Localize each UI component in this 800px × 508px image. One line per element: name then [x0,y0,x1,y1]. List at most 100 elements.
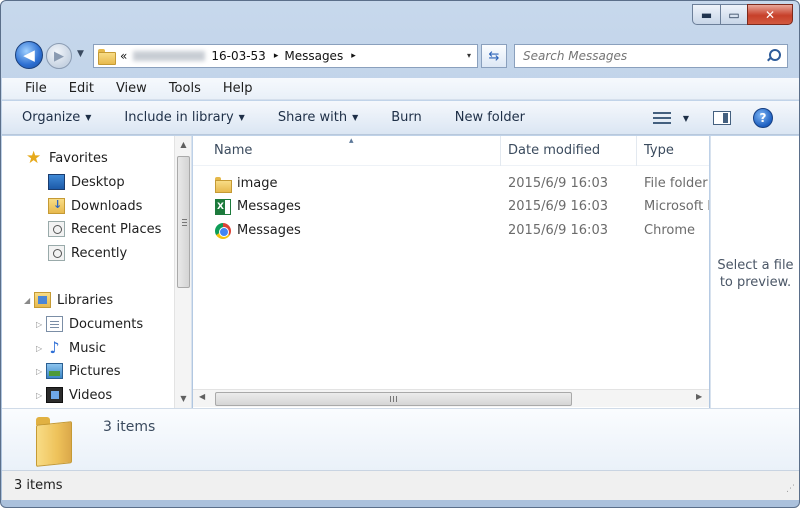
column-divider[interactable] [636,136,637,166]
tree-label: Downloads [71,198,143,214]
sort-ascending-icon: ▴ [349,136,354,146]
menu-file[interactable]: File [14,81,58,96]
tree-label: Music [69,340,106,356]
expand-icon[interactable]: ▷ [36,367,46,376]
refresh-button[interactable]: ⇆ [481,44,507,68]
tree-label: Libraries [57,292,114,308]
preview-pane-icon[interactable] [713,111,731,125]
menu-tools[interactable]: Tools [158,81,212,96]
collapse-icon[interactable]: ◢ [24,296,34,305]
file-type: Chrome [644,223,695,238]
organize-label: Organize [22,110,81,125]
chrome-icon [215,223,231,239]
dropdown-arrow-icon: ▼ [238,113,245,122]
file-name: Messages [237,199,301,214]
column-divider[interactable] [500,136,501,166]
tree-libraries[interactable]: ◢ Libraries [24,289,113,311]
tree-recent-places[interactable]: Recent Places [48,218,161,240]
file-row-messages-excel[interactable]: Messages 2015/6/9 16:03 Microsoft Excel [193,196,709,218]
new-folder-button[interactable]: New folder [455,110,525,125]
downloads-icon [48,198,65,214]
horizontal-scrollbar[interactable]: ◀ ▶ [193,389,709,407]
address-overflow[interactable]: « [120,49,127,63]
scroll-up-icon[interactable]: ▲ [175,138,192,152]
help-icon[interactable]: ? [753,108,773,128]
breadcrumb-separator[interactable]: ▸ [274,51,279,61]
folder-icon [34,417,72,463]
share-with-button[interactable]: Share with ▼ [278,110,358,125]
column-header-type[interactable]: Type [644,143,674,158]
view-controls: ▼ ? [652,101,799,135]
resize-grip-icon[interactable]: ⋰ [786,484,795,494]
scroll-thumb[interactable] [177,156,190,288]
tree-favorites[interactable]: ★ Favorites [26,147,108,169]
maximize-button[interactable]: ▭ [720,4,747,25]
include-in-library-label: Include in library [124,110,234,125]
scroll-thumb[interactable] [215,392,572,406]
breadcrumb-16-03-53[interactable]: 16-03-53 [211,49,265,63]
file-row-messages-chrome[interactable]: Messages 2015/6/9 16:03 Chrome [193,220,709,242]
scroll-right-icon[interactable]: ▶ [696,392,702,401]
file-date: 2015/6/9 16:03 [508,176,608,191]
tree-recently[interactable]: Recently [48,242,127,264]
recent-pages-dropdown[interactable]: ▼ [77,49,84,59]
tree-music[interactable]: ▷ ♪ Music [36,337,106,359]
tree-documents[interactable]: ▷ Documents [36,313,143,335]
minimize-button[interactable]: ▬ [692,4,720,25]
expand-icon[interactable]: ▷ [36,391,46,400]
tree-label: Videos [69,387,113,403]
excel-icon [215,199,231,215]
file-name: Messages [237,223,301,238]
pictures-icon [46,363,63,379]
address-bar[interactable]: « 16-03-53 ▸ Messages ▸ ▾ [93,44,478,68]
menu-view[interactable]: View [105,81,158,96]
tree-pictures[interactable]: ▷ Pictures [36,360,120,382]
preview-pane: Select a file to preview. [710,136,799,408]
details-pane: 3 items [2,408,799,470]
view-line [652,117,671,119]
file-type: File folder [644,176,708,191]
status-item-count: 3 items [14,478,63,493]
scroll-down-icon[interactable]: ▼ [175,392,192,406]
more-views-dropdown[interactable]: ▼ [683,114,689,123]
column-header-date-modified[interactable]: Date modified [508,143,600,158]
expand-icon[interactable]: ▷ [36,344,46,353]
explorer-window: ▬ ▭ ✕ ◀ ▶ ▼ « 16-03-53 ▸ Messages ▸ ▾ ⇆ … [0,0,800,508]
tree-downloads[interactable]: Downloads [48,195,142,217]
burn-button[interactable]: Burn [391,110,422,125]
tree-videos[interactable]: ▷ Videos [36,384,112,406]
address-dropdown[interactable]: ▾ [467,51,471,60]
expand-icon[interactable]: ▷ [36,320,46,329]
scroll-left-icon[interactable]: ◀ [199,392,205,401]
forward-button[interactable]: ▶ [46,43,72,69]
window-controls: ▬ ▭ ✕ [692,4,793,25]
tree-label: Recent Places [71,221,162,237]
organize-button[interactable]: Organize ▼ [22,110,91,125]
close-button[interactable]: ✕ [747,4,793,25]
tree-desktop[interactable]: Desktop [48,171,125,193]
menu-edit[interactable]: Edit [58,81,105,96]
change-view-icon[interactable] [652,112,671,124]
breadcrumb-separator[interactable]: ▸ [351,51,356,61]
search-icon[interactable] [767,49,781,63]
view-line [652,112,671,114]
search-input[interactable] [514,44,788,68]
file-row-image[interactable]: image 2015/6/9 16:03 File folder [193,173,709,195]
menu-bar: File Edit View Tools Help [2,78,799,100]
menu-help[interactable]: Help [212,81,264,96]
breadcrumb-messages[interactable]: Messages [284,49,343,63]
navigation-pane: ★ Favorites Desktop Downloads Recent Pla… [2,136,192,408]
tree-label: Desktop [71,174,125,190]
preview-message: Select a file to preview. [711,257,799,291]
file-date: 2015/6/9 16:03 [508,223,608,238]
star-icon: ★ [26,148,42,168]
tree-label: Favorites [49,150,108,166]
redacted-crumb [133,51,206,61]
column-header-name[interactable]: Name [214,143,252,158]
include-in-library-button[interactable]: Include in library ▼ [124,110,244,125]
desktop-icon [48,174,65,190]
navigation-scrollbar[interactable]: ▲ ▼ [174,136,191,408]
back-button[interactable]: ◀ [15,41,43,69]
navigation-bar: ◀ ▶ ▼ « 16-03-53 ▸ Messages ▸ ▾ ⇆ [1,39,799,73]
music-icon: ♪ [49,338,60,357]
